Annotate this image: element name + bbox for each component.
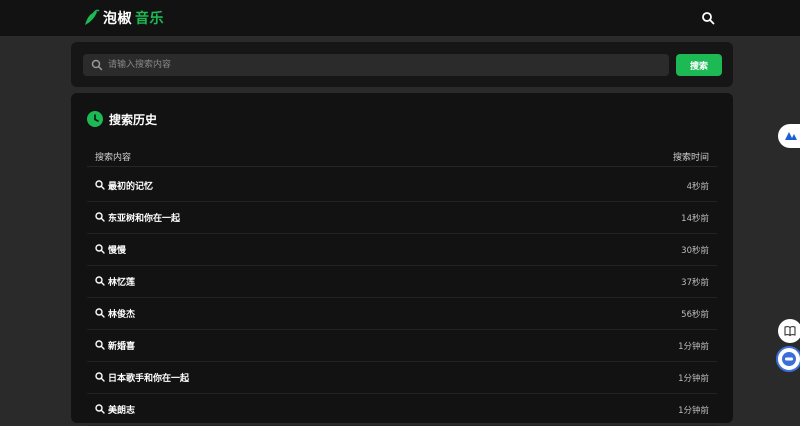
history-query: 新婚喜 xyxy=(108,342,136,352)
history-query: 东亚树和你在一起 xyxy=(108,214,181,224)
search-icon xyxy=(95,276,105,286)
page-title: 搜索历史 xyxy=(109,112,158,127)
history-time: 1分钟前 xyxy=(678,374,709,384)
search-icon xyxy=(95,404,105,414)
search-panel: 搜索 xyxy=(71,42,733,87)
search-box[interactable] xyxy=(83,54,669,76)
history-time: 14秒前 xyxy=(681,214,709,224)
history-query: 日本歌手和你在一起 xyxy=(108,374,190,384)
history-header: 搜索历史 xyxy=(87,110,157,128)
table-row[interactable]: 美朗志 1分钟前 xyxy=(87,394,717,426)
app-logo[interactable]: 泡椒 音乐 xyxy=(84,7,164,29)
logo-text-primary: 泡椒 xyxy=(103,11,132,27)
column-header-time: 搜索时间 xyxy=(672,153,709,163)
table-row[interactable]: 最初的记忆 4秒前 xyxy=(87,170,717,202)
history-list: 最初的记忆 4秒前 东亚树和你在一起 14秒前 慢慢 30秒前 林忆莲 37秒前… xyxy=(87,170,717,426)
search-icon xyxy=(91,59,103,71)
search-input[interactable] xyxy=(108,54,663,76)
history-time: 4秒前 xyxy=(686,182,709,192)
search-button[interactable]: 搜索 xyxy=(676,54,722,76)
floating-extension-tab[interactable] xyxy=(778,124,800,148)
history-time: 30秒前 xyxy=(681,246,709,256)
book-icon xyxy=(784,326,796,337)
assistant-button[interactable] xyxy=(776,346,800,372)
reader-mode-button[interactable] xyxy=(778,319,800,343)
history-time: 56秒前 xyxy=(681,310,709,320)
table-row[interactable]: 新婚喜 1分钟前 xyxy=(87,330,717,362)
table-row[interactable]: 林俊杰 56秒前 xyxy=(87,298,717,330)
search-history-panel: 搜索历史 搜索内容 搜索时间 最初的记忆 4秒前 东亚树和你在一起 14秒前 慢… xyxy=(71,93,733,426)
search-icon xyxy=(95,212,105,222)
table-row[interactable]: 东亚树和你在一起 14秒前 xyxy=(87,202,717,234)
search-icon[interactable] xyxy=(701,11,715,25)
search-icon xyxy=(95,244,105,254)
history-query: 美朗志 xyxy=(108,406,136,416)
assistant-icon xyxy=(782,352,796,366)
history-time: 1分钟前 xyxy=(678,406,709,416)
search-icon xyxy=(95,340,105,350)
search-icon xyxy=(95,372,105,382)
history-time: 1分钟前 xyxy=(678,342,709,352)
history-query: 林忆莲 xyxy=(108,278,136,288)
table-row[interactable]: 日本歌手和你在一起 1分钟前 xyxy=(87,362,717,394)
top-navbar: 泡椒 音乐 xyxy=(0,0,800,36)
search-icon xyxy=(95,180,105,190)
history-query: 最初的记忆 xyxy=(108,182,154,192)
column-header-content: 搜索内容 xyxy=(95,153,132,163)
table-row[interactable]: 慢慢 30秒前 xyxy=(87,234,717,266)
table-row[interactable]: 林忆莲 37秒前 xyxy=(87,266,717,298)
history-time: 37秒前 xyxy=(681,278,709,288)
extension-logo-icon xyxy=(785,132,797,140)
table-header: 搜索内容 搜索时间 xyxy=(87,145,717,167)
chili-pepper-icon xyxy=(85,9,100,25)
history-query: 慢慢 xyxy=(108,246,127,256)
history-query: 林俊杰 xyxy=(108,310,136,320)
logo-text-accent: 音乐 xyxy=(135,11,164,27)
clock-icon xyxy=(87,111,103,127)
search-icon xyxy=(95,308,105,318)
